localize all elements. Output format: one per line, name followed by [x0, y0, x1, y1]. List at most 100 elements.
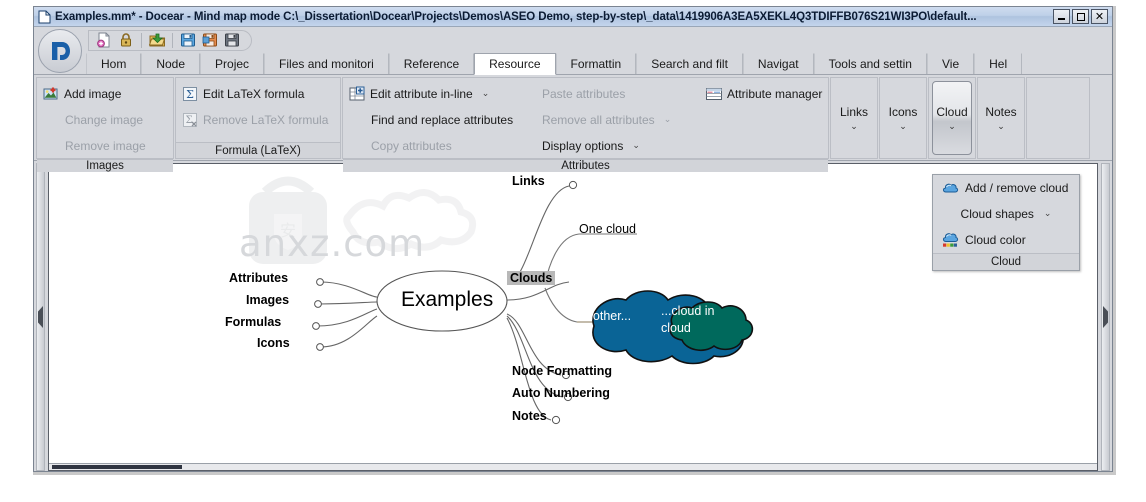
chevron-down-icon[interactable]: ⌄ [482, 89, 490, 99]
icons-button[interactable]: Icons ⌄ [883, 81, 923, 155]
mindmap-node-clouds[interactable]: Clouds [507, 271, 556, 285]
mindmap-node-another[interactable]: another... [579, 309, 631, 323]
tab-label: Node [156, 57, 186, 71]
open-folder-icon[interactable] [148, 31, 166, 49]
save-icon[interactable] [179, 31, 197, 49]
quick-access-toolbar [34, 27, 1112, 73]
images-column: Add image Change image Remove image [41, 81, 152, 159]
save-all-icon[interactable] [223, 31, 241, 49]
tab-node[interactable]: Node [141, 53, 201, 74]
ribbon-group-attributes: Edit attribute in-line ⌄ Find and replac… [342, 77, 829, 172]
remove-latex-formula-button: Σ Remove LaTeX formula [180, 107, 334, 133]
left-panel-collapse-handle[interactable] [36, 163, 45, 471]
right-panel-collapse-handle[interactable] [1101, 163, 1110, 471]
toolbar-separator [141, 32, 142, 48]
tab-search-and-filt[interactable]: Search and filt [636, 53, 743, 74]
tab-label: Vie [941, 57, 960, 71]
svg-text:Σ: Σ [186, 88, 194, 101]
ribbon-group-links: Links ⌄ [830, 77, 878, 159]
app-root: Examples.mm* - Docear - Mind map mode C:… [0, 0, 1146, 502]
tab-hel[interactable]: Hel [974, 53, 1023, 74]
attributes-column-2: Paste attributes Remove all attributes ⌄… [540, 81, 704, 159]
tab-projec[interactable]: Projec [200, 53, 265, 74]
chevron-down-icon[interactable]: ⌄ [632, 141, 640, 151]
lock-icon[interactable] [117, 31, 135, 49]
mindmap-node-attributes[interactable]: Attributes [229, 271, 288, 285]
add-image-button[interactable]: Add image [41, 81, 152, 107]
mindmap-node-one-cloud[interactable]: One cloud [579, 222, 636, 236]
save-as-icon[interactable] [201, 31, 219, 49]
mindmap-node-images[interactable]: Images [246, 293, 289, 307]
maximize-icon[interactable] [1072, 9, 1089, 24]
ritem-label: Edit LaTeX formula [203, 87, 305, 101]
attributes-column-1: Edit attribute in-line ⌄ Find and replac… [347, 81, 540, 159]
remove-all-attributes-button: Remove all attributes ⌄ [540, 107, 704, 133]
big-button-label: Notes [985, 104, 1017, 119]
tab-label: Resource [489, 57, 541, 71]
tab-label: Hel [989, 57, 1008, 71]
links-button[interactable]: Links ⌄ [834, 81, 874, 155]
chevron-down-icon[interactable]: ⌄ [899, 122, 907, 132]
edit-attribute-inline-button[interactable]: Edit attribute in-line ⌄ [347, 81, 540, 107]
ribbon-group-cloud: Cloud ⌄ [928, 77, 976, 159]
tab-label: Reference [403, 57, 460, 71]
paste-attributes-button: Paste attributes [540, 81, 704, 107]
ritem-label: Paste attributes [541, 87, 626, 101]
mindmap-root-node[interactable]: Examples [401, 288, 493, 312]
ritem-label: Display options [541, 139, 624, 153]
new-map-icon[interactable] [95, 31, 113, 49]
formula-column: Σ Edit LaTeX formula Σ Remove LaTeX form… [180, 81, 334, 142]
cloud-menu-label: Add / remove cloud [965, 181, 1069, 195]
close-icon[interactable]: ✕ [1091, 9, 1108, 24]
cloud-color-menu-item[interactable]: Cloud color [933, 227, 1079, 253]
tab-hom[interactable]: Hom [86, 53, 142, 74]
mindmap-node-notes[interactable]: Notes [512, 409, 547, 423]
horizontal-scrollbar-thumb[interactable] [52, 465, 182, 469]
mindmap-node-formulas[interactable]: Formulas [225, 315, 281, 329]
tab-navigat[interactable]: Navigat [742, 53, 814, 74]
cloud-button[interactable]: Cloud ⌄ [932, 81, 972, 155]
cloud-shapes-menu-item[interactable]: Cloud shapes ⌄ [933, 201, 1079, 227]
attributes-column-3: Attribute manager [704, 81, 824, 159]
big-button-label: Cloud [936, 104, 968, 119]
horizontal-scrollbar[interactable] [49, 463, 1097, 470]
tab-resource[interactable]: Resource [474, 53, 556, 75]
mindmap-node-auto-numbering[interactable]: Auto Numbering [512, 386, 610, 400]
tab-tools-and-settin[interactable]: Tools and settin [813, 53, 927, 74]
attribute-manager-button[interactable]: Attribute manager [704, 81, 824, 107]
chevron-down-icon[interactable]: ⌄ [948, 122, 956, 132]
display-options-button[interactable]: Display options ⌄ [540, 133, 704, 159]
ribbon-group-label: Formula (LaTeX) [176, 142, 340, 158]
chevron-down-icon[interactable]: ⌄ [997, 122, 1005, 132]
cloud-menu-label: Cloud color [965, 233, 1026, 247]
copy-attributes-button: Copy attributes [347, 133, 540, 159]
mindmap-node-icons[interactable]: Icons [257, 336, 290, 350]
notes-button[interactable]: Notes ⌄ [981, 81, 1021, 155]
edit-latex-formula-button[interactable]: Σ Edit LaTeX formula [180, 81, 334, 107]
tab-label: Formattin [570, 57, 622, 71]
tab-reference[interactable]: Reference [388, 53, 475, 74]
ritem-label: Change image [65, 113, 144, 127]
mindmap-node-cloud-in-cloud[interactable]: ...cloud in cloud [661, 303, 729, 337]
ritem-label: Find and replace attributes [371, 113, 514, 127]
minimize-icon[interactable] [1053, 9, 1070, 24]
chevron-down-icon[interactable]: ⌄ [850, 122, 858, 132]
find-and-replace-attributes-button[interactable]: Find and replace attributes [347, 107, 540, 133]
tab-files-and-monitoring[interactable]: Files and monitori [264, 53, 389, 74]
ribbon-group-images: Add image Change image Remove image Imag… [36, 77, 174, 172]
chevron-down-icon[interactable]: ⌄ [1044, 209, 1052, 219]
ritem-label: Attribute manager [727, 87, 823, 101]
add-remove-cloud-menu-item[interactable]: Add / remove cloud [933, 175, 1079, 201]
ritem-label: Add image [64, 87, 122, 101]
mindmap-node-node-formatting[interactable]: Node Formatting [512, 364, 612, 378]
docear-logo-icon[interactable] [38, 29, 82, 73]
mindmap-node-links[interactable]: Links [512, 174, 545, 188]
ribbon-body: Add image Change image Remove image Imag… [34, 75, 1112, 172]
toolbar-button-group [88, 29, 252, 51]
tab-vie[interactable]: Vie [926, 53, 975, 74]
tab-label: Navigat [757, 57, 799, 71]
ribbon-group-label: Images [37, 159, 173, 172]
cloud-menu-group-label: Cloud [933, 253, 1079, 270]
tab-label: Search and filt [651, 57, 728, 71]
tab-formattin[interactable]: Formattin [555, 53, 637, 74]
